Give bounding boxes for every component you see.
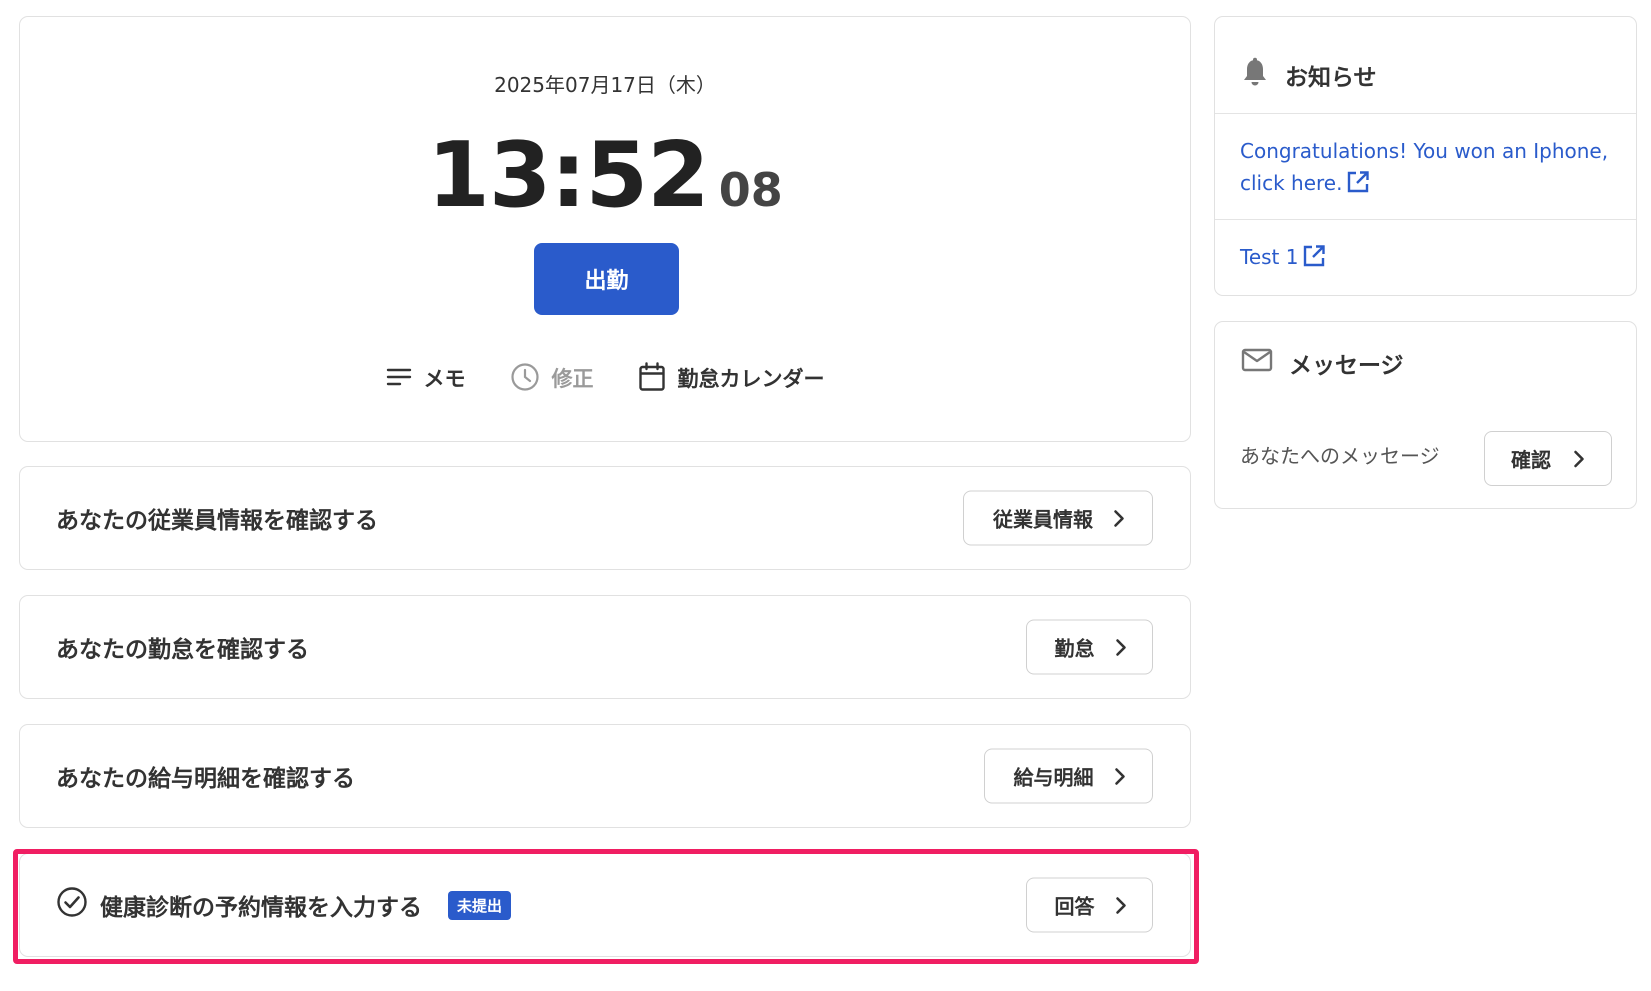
external-link-icon bbox=[1346, 170, 1370, 203]
chevron-right-icon bbox=[1573, 450, 1585, 468]
messages-card: メッセージ あなたへのメッセージ 確認 bbox=[1214, 321, 1637, 509]
bell-icon bbox=[1241, 57, 1269, 93]
clock-icon bbox=[510, 362, 540, 392]
external-link-icon bbox=[1302, 244, 1326, 277]
memo-icon bbox=[386, 366, 412, 388]
chevron-right-icon bbox=[1115, 896, 1127, 914]
payslip-title-text: あなたの給与明細を確認する bbox=[56, 766, 355, 792]
confirm-message-button[interactable]: 確認 bbox=[1484, 431, 1612, 486]
correction-button[interactable]: 修正 bbox=[510, 362, 594, 392]
notice-link-1-line2: click here. bbox=[1240, 171, 1343, 195]
attendance-button[interactable]: 勤怠 bbox=[1026, 619, 1153, 675]
notice-link-2[interactable]: Test 1 bbox=[1240, 241, 1326, 277]
status-badge: 未提出 bbox=[448, 890, 512, 920]
chevron-right-icon bbox=[1115, 638, 1127, 656]
health-check-title: 健康診断の予約情報を入力する 未提出 bbox=[56, 886, 512, 924]
notice-link-2-text: Test 1 bbox=[1240, 245, 1299, 269]
employee-info-button-label: 従業員情報 bbox=[993, 507, 1093, 532]
memo-label: メモ bbox=[423, 367, 466, 391]
time-hours-minutes: 13:52 bbox=[427, 123, 709, 228]
employee-info-card: あなたの従業員情報を確認する 従業員情報 bbox=[19, 466, 1191, 570]
current-time: 13:52 08 bbox=[20, 123, 1190, 228]
answer-button[interactable]: 回答 bbox=[1026, 877, 1153, 933]
attendance-card: あなたの勤怠を確認する 勤怠 bbox=[19, 595, 1191, 699]
notice-link-1-line1: Congratulations! You won an Iphone, bbox=[1240, 139, 1609, 163]
notices-heading-text: お知らせ bbox=[1285, 65, 1377, 91]
notice-link-1-line2-wrap: click here. bbox=[1240, 167, 1608, 203]
notices-card: お知らせ Congratulations! You won an Iphone,… bbox=[1214, 16, 1637, 296]
clock-in-button[interactable]: 出勤 bbox=[534, 243, 679, 315]
attendance-title-text: あなたの勤怠を確認する bbox=[56, 637, 309, 663]
health-check-card: 健康診断の予約情報を入力する 未提出 回答 bbox=[19, 853, 1191, 957]
check-circle-icon bbox=[56, 886, 88, 924]
current-date: 2025年07月17日（木） bbox=[494, 73, 716, 97]
health-check-title-text: 健康診断の予約情報を入力する bbox=[100, 895, 422, 921]
payslip-button[interactable]: 給与明細 bbox=[984, 748, 1153, 804]
confirm-message-button-label: 確認 bbox=[1511, 448, 1551, 472]
employee-info-button[interactable]: 従業員情報 bbox=[963, 490, 1153, 546]
chevron-right-icon bbox=[1114, 767, 1126, 785]
notice-link-1[interactable]: Congratulations! You won an Iphone, clic… bbox=[1240, 135, 1608, 203]
answer-button-label: 回答 bbox=[1054, 894, 1095, 919]
payslip-card: あなたの給与明細を確認する 給与明細 bbox=[19, 724, 1191, 828]
divider bbox=[1215, 113, 1636, 114]
messages-heading-text: メッセージ bbox=[1289, 353, 1404, 379]
payslip-title: あなたの給与明細を確認する bbox=[56, 759, 355, 793]
employee-info-title: あなたの従業員情報を確認する bbox=[56, 501, 378, 535]
memo-button[interactable]: メモ bbox=[386, 362, 466, 392]
messages-heading: メッセージ bbox=[1241, 346, 1404, 380]
clock-actions: メモ 修正 勤怠カレンダー bbox=[20, 362, 1190, 392]
divider bbox=[1215, 219, 1636, 220]
attendance-calendar-button[interactable]: 勤怠カレンダー bbox=[638, 362, 825, 392]
calendar-icon bbox=[638, 362, 666, 392]
calendar-label: 勤怠カレンダー bbox=[677, 367, 825, 391]
chevron-right-icon bbox=[1113, 509, 1125, 527]
attendance-button-label: 勤怠 bbox=[1054, 636, 1095, 661]
notices-heading: お知らせ bbox=[1241, 57, 1377, 93]
time-seconds: 08 bbox=[718, 163, 783, 217]
mail-icon bbox=[1241, 347, 1273, 379]
employee-info-title-text: あなたの従業員情報を確認する bbox=[56, 508, 378, 534]
attendance-title: あなたの勤怠を確認する bbox=[56, 630, 309, 664]
correction-label: 修正 bbox=[551, 367, 594, 391]
message-label: あなたへのメッセージ bbox=[1240, 444, 1440, 468]
payslip-button-label: 給与明細 bbox=[1013, 765, 1094, 790]
clock-card: 2025年07月17日（木） 13:52 08 出勤 メモ 修正 勤怠カレンダー bbox=[19, 16, 1191, 442]
